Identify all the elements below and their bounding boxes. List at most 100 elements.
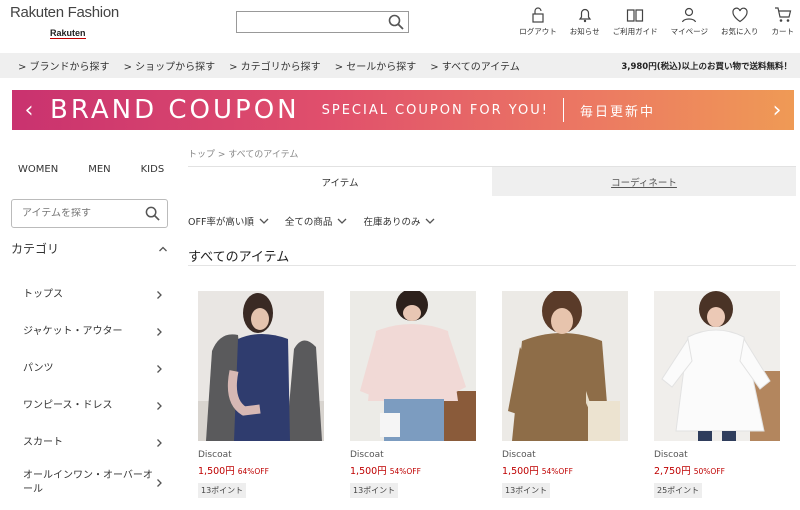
header-nav: ログアウト お知らせ ご利用ガイド マイページ お気に入り カート xyxy=(506,6,794,37)
category-item-label: ジャケット・アウター xyxy=(23,325,123,337)
view-tabs: アイテム コーディネート xyxy=(188,166,796,196)
category-item-label: ワンピース・ドレス xyxy=(23,399,113,411)
header-search-input[interactable] xyxy=(237,12,385,32)
subnav-all-items-link[interactable]: > すべてのアイテム xyxy=(430,58,519,73)
logout-label: ログアウト xyxy=(519,27,557,36)
product-discount: 64%OFF xyxy=(237,467,269,476)
gender-tab-kids[interactable]: KIDS xyxy=(141,164,165,175)
free-shipping-note[interactable]: 3,980円(税込)以上のお買い物で送料無料！ xyxy=(621,60,792,72)
product-brand: Discoat xyxy=(654,450,688,460)
banner-subtitle: SPECIAL COUPON FOR YOU! xyxy=(321,102,549,118)
tab-items[interactable]: アイテム xyxy=(188,167,492,196)
product-card[interactable]: Discoat 1,500円 54%OFF 13ポイント xyxy=(350,291,476,498)
heart-icon xyxy=(732,7,748,23)
chevron-down-icon xyxy=(259,218,269,224)
item-search-input[interactable] xyxy=(12,208,138,219)
search-icon[interactable] xyxy=(138,206,166,221)
subnav-category-link[interactable]: > カテゴリから探す xyxy=(229,58,321,73)
site-header: Rakuten Fashion Rakuten ログアウト お知らせ ご利用ガイ… xyxy=(0,0,800,50)
category-item-skirts[interactable]: スカート xyxy=(11,424,168,461)
category-item-label: パンツ xyxy=(23,362,54,374)
product-price: 1,500円 xyxy=(198,466,235,477)
section-title: すべてのアイテム xyxy=(188,250,290,265)
gender-tab-women[interactable]: WOMEN xyxy=(18,164,58,175)
chevron-right-icon xyxy=(157,438,162,447)
category-list: トップス ジャケット・アウター パンツ ワンピース・ドレス スカート オールイン… xyxy=(11,276,168,505)
subnav-shop-link[interactable]: > ショップから探す xyxy=(124,58,216,73)
product-brand: Discoat xyxy=(198,450,232,460)
user-icon xyxy=(682,7,697,23)
product-image[interactable] xyxy=(198,291,324,441)
chevron-down-icon xyxy=(425,218,435,224)
product-discount: 50%OFF xyxy=(693,467,725,476)
product-scope-label: 全ての商品 xyxy=(284,217,333,228)
logo-main-text: Rakuten Fashion xyxy=(10,4,119,21)
guide-label: ご利用ガイド xyxy=(612,27,658,36)
logo-sub-text: Rakuten xyxy=(50,28,86,39)
category-item-pants[interactable]: パンツ xyxy=(11,350,168,387)
product-points-badge: 25ポイント xyxy=(654,483,703,498)
chevron-down-icon xyxy=(337,218,347,224)
product-points-badge: 13ポイント xyxy=(350,483,399,498)
favorites-label: お気に入り xyxy=(721,27,759,36)
mypage-link[interactable]: マイページ xyxy=(671,6,708,37)
category-item-label: スカート xyxy=(23,436,63,448)
product-price: 1,500円 xyxy=(350,466,387,477)
product-points-badge: 13ポイント xyxy=(198,483,247,498)
cart-icon xyxy=(774,7,792,22)
search-icon[interactable] xyxy=(385,12,407,32)
logout-link[interactable]: ログアウト xyxy=(519,6,557,37)
tab-coordinate[interactable]: コーディネート xyxy=(492,167,796,196)
filter-bar: OFF率が高い順 全ての商品 在庫ありのみ xyxy=(188,214,451,228)
banner-title: BRAND COUPON xyxy=(50,95,300,125)
stock-dropdown-label: 在庫ありのみ xyxy=(363,217,421,228)
category-item-dresses[interactable]: ワンピース・ドレス xyxy=(11,387,168,424)
category-item-label: オールインワン・オーバーオール xyxy=(23,470,153,495)
subnav-sale-link[interactable]: > セールから探す xyxy=(335,58,417,73)
chevron-right-icon xyxy=(157,479,162,487)
product-price: 2,750円 xyxy=(654,466,691,477)
stock-dropdown[interactable]: 在庫ありのみ xyxy=(363,214,435,228)
product-brand: Discoat xyxy=(350,450,384,460)
guide-link[interactable]: ご利用ガイド xyxy=(613,6,658,37)
product-price: 1,500円 xyxy=(502,466,539,477)
gender-tab-men[interactable]: MEN xyxy=(88,164,110,175)
banner-prev-arrow-icon[interactable]: ‹ xyxy=(12,98,46,123)
chevron-right-icon xyxy=(157,364,162,373)
product-image[interactable] xyxy=(654,291,780,441)
category-item-overalls[interactable]: オールインワン・オーバーオール xyxy=(11,461,168,505)
notifications-label: お知らせ xyxy=(569,27,600,36)
category-item-label: トップス xyxy=(23,288,63,300)
product-scope-dropdown[interactable]: 全ての商品 xyxy=(285,214,348,228)
sort-dropdown-label: OFF率が高い順 xyxy=(188,217,254,228)
banner-divider xyxy=(562,98,564,122)
product-card[interactable]: Discoat 2,750円 50%OFF 25ポイント xyxy=(654,291,780,498)
banner-next-arrow-icon[interactable]: › xyxy=(760,98,794,123)
brand-coupon-banner[interactable]: ‹ BRAND COUPON SPECIAL COUPON FOR YOU! 毎… xyxy=(12,90,794,130)
breadcrumb[interactable]: トップ > すべてのアイテム xyxy=(188,147,298,160)
chevron-right-icon xyxy=(157,401,162,410)
cart-link[interactable]: カート xyxy=(772,6,794,37)
bell-icon xyxy=(578,8,591,23)
site-logo[interactable]: Rakuten Fashion Rakuten xyxy=(10,4,130,40)
chevron-right-icon xyxy=(157,290,162,299)
header-search xyxy=(236,11,409,33)
category-item-jackets[interactable]: ジャケット・アウター xyxy=(11,313,168,350)
banner-daily-text: 毎日更新中 xyxy=(579,104,655,120)
product-grid: Discoat 1,500円 64%OFF 13ポイント Discoat 1,5… xyxy=(198,291,800,498)
chevron-up-icon[interactable] xyxy=(158,244,168,254)
notifications-link[interactable]: お知らせ xyxy=(570,6,600,37)
gender-tabs: WOMEN MEN KIDS xyxy=(18,164,194,175)
subnav-brand-link[interactable]: > ブランドから探す xyxy=(18,58,110,73)
category-heading[interactable]: カテゴリ xyxy=(11,240,168,257)
product-image[interactable] xyxy=(350,291,476,441)
product-brand: Discoat xyxy=(502,450,536,460)
product-discount: 54%OFF xyxy=(541,467,573,476)
product-card[interactable]: Discoat 1,500円 54%OFF 13ポイント xyxy=(502,291,628,498)
category-item-tops[interactable]: トップス xyxy=(11,276,168,313)
product-card[interactable]: Discoat 1,500円 64%OFF 13ポイント xyxy=(198,291,324,498)
product-image[interactable] xyxy=(502,291,628,441)
category-heading-label: カテゴリ xyxy=(11,242,60,256)
sort-dropdown[interactable]: OFF率が高い順 xyxy=(188,214,269,228)
favorites-link[interactable]: お気に入り xyxy=(721,6,759,37)
